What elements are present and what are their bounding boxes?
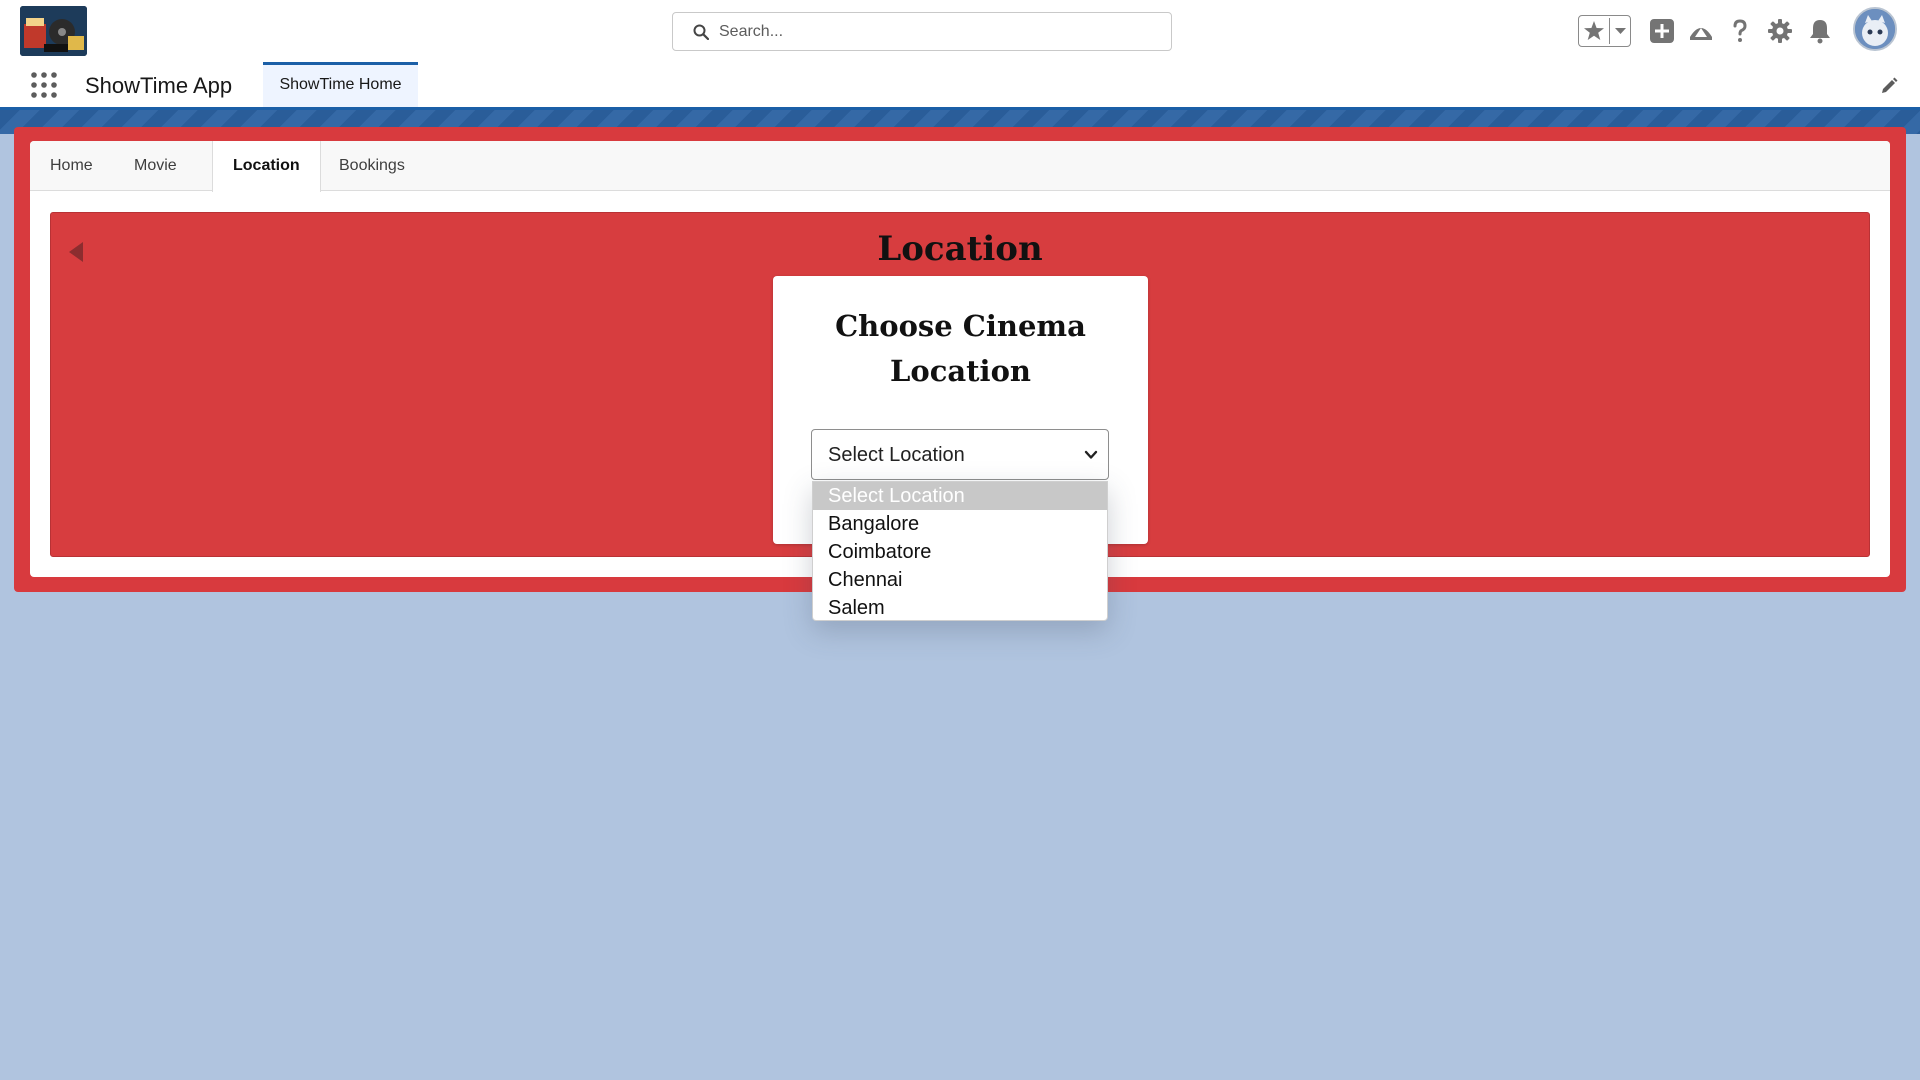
app-name: ShowTime App	[85, 73, 233, 98]
choose-location-heading-line1: Choose Cinema	[835, 309, 1086, 343]
chevron-down-icon	[1084, 450, 1098, 459]
plus-icon	[1650, 19, 1674, 43]
help-button[interactable]	[1726, 17, 1754, 45]
page-title: Location	[877, 229, 1043, 269]
global-search[interactable]	[672, 12, 1172, 51]
favorites-menu-button[interactable]	[1610, 16, 1631, 46]
astro-avatar-icon	[1855, 9, 1895, 49]
user-avatar[interactable]	[1853, 7, 1897, 51]
location-option-coimbatore[interactable]: Coimbatore	[813, 538, 1107, 566]
gear-icon	[1768, 19, 1792, 43]
star-icon	[1584, 21, 1604, 40]
pencil-icon	[1882, 77, 1898, 93]
location-option-salem[interactable]: Salem	[813, 594, 1107, 620]
trailhead-icon	[1690, 28, 1712, 40]
app-logo[interactable]	[20, 6, 87, 56]
location-select-value: Select Location	[828, 444, 965, 466]
bell-icon	[1810, 20, 1830, 44]
app-launcher-button[interactable]	[30, 71, 58, 99]
location-option-chennai[interactable]: Chennai	[813, 566, 1107, 594]
tab-bar: Home Movie Location Bookings	[30, 141, 1890, 192]
cinema-logo-image	[20, 6, 87, 56]
help-icon	[1733, 19, 1747, 42]
edit-nav-button[interactable]	[1880, 77, 1898, 95]
global-actions-button[interactable]	[1648, 17, 1676, 45]
tab-location[interactable]: Location	[212, 141, 321, 192]
nav-tab-showtime-home[interactable]: ShowTime Home	[263, 62, 418, 107]
setup-button[interactable]	[1766, 17, 1794, 45]
global-header	[0, 0, 1920, 62]
location-option-bangalore[interactable]: Bangalore	[813, 510, 1107, 538]
location-select[interactable]: Select Location	[811, 429, 1109, 480]
tab-movie[interactable]: Movie	[114, 141, 197, 191]
notifications-button[interactable]	[1806, 17, 1834, 45]
waffle-icon	[31, 72, 57, 98]
tab-bookings[interactable]: Bookings	[319, 141, 425, 191]
tab-home[interactable]: Home	[30, 141, 113, 191]
app-navigation-bar: ShowTime App ShowTime Home	[0, 62, 1920, 110]
location-dropdown-list: Select Location Bangalore Coimbatore Che…	[812, 481, 1108, 621]
choose-location-heading: Choose Cinema Location	[773, 304, 1148, 394]
choose-location-heading-line2: Location	[889, 354, 1032, 388]
search-input[interactable]	[719, 20, 1149, 44]
search-icon	[693, 24, 709, 40]
favorites-button[interactable]	[1579, 16, 1609, 46]
chevron-down-icon	[1615, 28, 1626, 34]
favorites-group	[1578, 15, 1631, 47]
location-option-select-location[interactable]: Select Location	[813, 482, 1107, 510]
trailhead-button[interactable]	[1687, 17, 1715, 45]
